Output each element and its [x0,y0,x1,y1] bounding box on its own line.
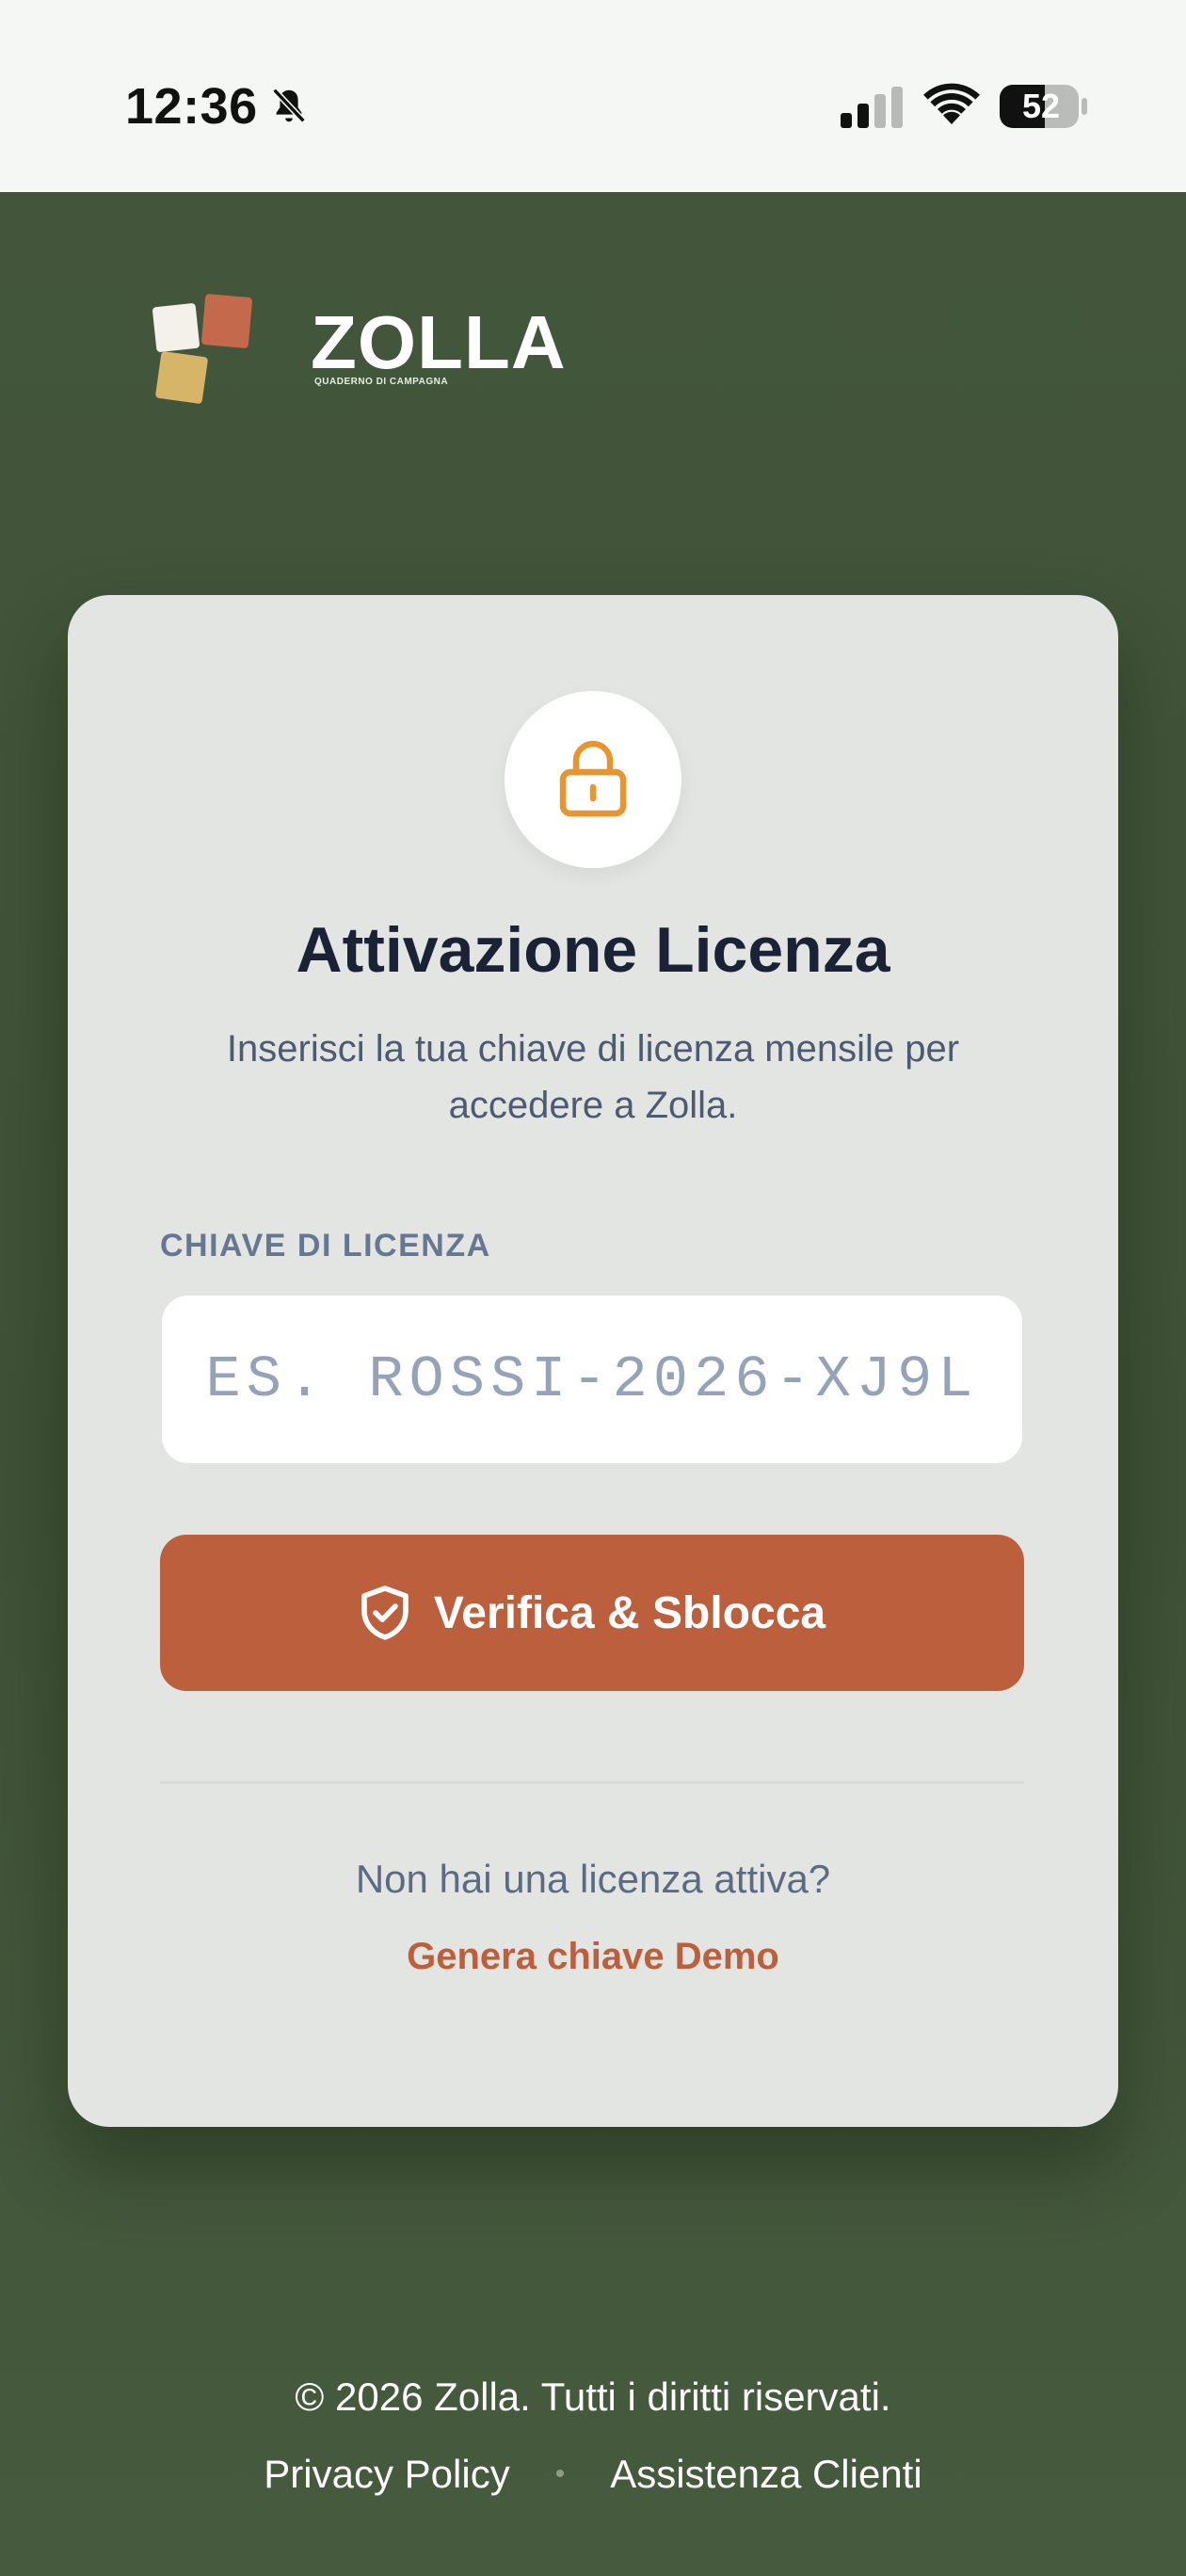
privacy-policy-link[interactable]: Privacy Policy [264,2452,509,2497]
footer-links: Privacy Policy • Assistenza Clienti [0,2452,1186,2497]
brand-name: ZOLLA [311,300,567,384]
page-subtitle: Inserisci la tua chiave di licenza mensi… [226,1028,960,1126]
lock-icon [559,740,627,817]
battery-level: 52 [1021,87,1061,125]
verify-button-label: Verifica & Sblocca [433,1587,826,1638]
license-key-label: CHIAVE DI LICENZA [160,1228,491,1264]
shield-check-icon [361,1586,409,1640]
status-bar: 12:36 52 [0,0,1186,192]
license-key-input[interactable] [162,1296,1022,1463]
no-license-text: Non hai una licenza attiva? [355,1857,831,1901]
lock-badge [505,691,681,868]
footer-separator: • [554,2458,566,2489]
wifi-icon [923,83,980,124]
divider [160,1781,1024,1784]
page-title: Attivazione Licenza [296,914,890,986]
status-time: 12:36 [125,78,258,135]
cellular-signal-icon [841,87,903,128]
zolla-logo-icon [152,294,252,404]
license-card: Attivazione Licenza Inserisci la tua chi… [68,595,1118,2127]
bell-slash-icon [272,88,306,123]
customer-support-link[interactable]: Assistenza Clienti [610,2452,922,2497]
brand-tagline: QUADERNO DI CAMPAGNA [314,377,449,387]
verify-unlock-button[interactable]: Verifica & Sblocca [160,1535,1024,1691]
copyright-text: © 2026 Zolla. Tutti i diritti riservati. [295,2375,891,2419]
generate-demo-key-link[interactable]: Genera chiave Demo [68,1936,1118,1978]
